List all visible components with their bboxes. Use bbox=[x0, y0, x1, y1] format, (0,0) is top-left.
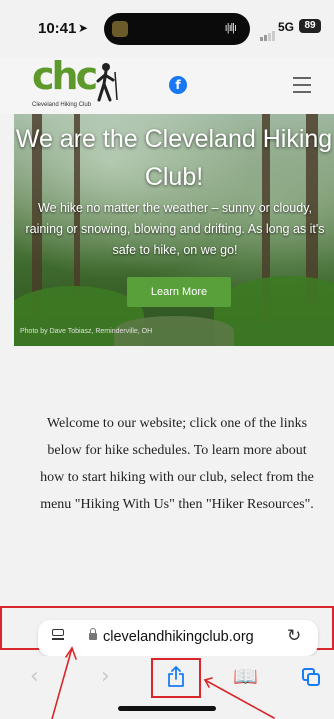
location-arrow-icon: ➤ bbox=[78, 21, 89, 35]
lock-icon bbox=[89, 628, 97, 640]
logo-subtitle: Cleveland Hiking Club bbox=[32, 102, 92, 108]
address-bar[interactable]: clevelandhikingclub.org ↻ bbox=[38, 620, 318, 656]
reader-view-icon[interactable] bbox=[52, 629, 64, 641]
back-chevron-icon[interactable]: ‹ bbox=[30, 664, 39, 689]
welcome-text: Welcome to our website; click one of the… bbox=[40, 416, 314, 512]
forward-chevron-icon[interactable]: › bbox=[101, 664, 110, 689]
audio-waveform-icon: ı|ıl|ı bbox=[224, 22, 237, 34]
share-icon[interactable] bbox=[167, 666, 185, 688]
tabs-icon[interactable] bbox=[302, 668, 320, 686]
cellular-signal-icon bbox=[260, 23, 276, 41]
club-logo[interactable]: chc Cleveland Hiking Club bbox=[32, 54, 122, 112]
hero-text: We hike no matter the weather – sunny or… bbox=[25, 201, 325, 257]
hero-title: We are the Cleveland Hiking Club! bbox=[15, 125, 333, 191]
home-indicator[interactable] bbox=[118, 706, 216, 711]
url-text[interactable]: clevelandhikingclub.org bbox=[103, 629, 254, 645]
status-time: 10:41 bbox=[38, 20, 77, 37]
hamburger-menu-icon[interactable] bbox=[293, 77, 311, 98]
learn-more-button[interactable]: Learn More bbox=[127, 277, 231, 307]
share-button-highlight[interactable] bbox=[151, 658, 201, 698]
hero-banner: We are the Cleveland Hiking Club! We hik… bbox=[14, 114, 334, 346]
now-playing-artwork bbox=[112, 21, 128, 37]
site-header: chc Cleveland Hiking Club f bbox=[0, 54, 334, 114]
bookmarks-icon[interactable]: 📖 bbox=[233, 664, 258, 688]
hiker-icon bbox=[96, 63, 118, 102]
facebook-icon[interactable]: f bbox=[169, 76, 187, 94]
logo-text: chc bbox=[32, 54, 98, 98]
browser-toolbar: ‹ › 📖 bbox=[0, 656, 334, 719]
reload-icon[interactable]: ↻ bbox=[287, 626, 301, 646]
status-bar: 10:41 ➤ ı|ıl|ı 5G 89 bbox=[0, 0, 334, 58]
battery-icon: 89 bbox=[299, 19, 321, 33]
photo-credit: Photo by Dave Tobiasz, Reminderville, OH bbox=[20, 328, 153, 335]
dynamic-island: ı|ıl|ı bbox=[104, 13, 250, 45]
network-type: 5G bbox=[278, 20, 295, 34]
